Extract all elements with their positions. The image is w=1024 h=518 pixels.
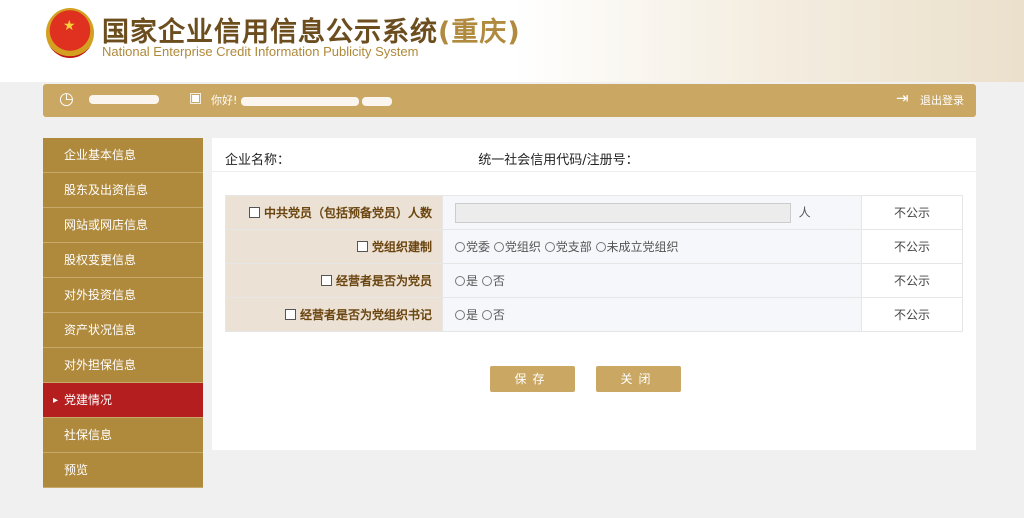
logout-link[interactable]: 退出登录: [920, 92, 964, 108]
radio-party-committee[interactable]: 党委: [455, 240, 490, 254]
user-icon: ▣: [189, 90, 203, 106]
radio-no[interactable]: 否: [481, 308, 505, 322]
public-status: 不公示: [861, 195, 963, 230]
divider: [212, 171, 976, 172]
logout-icon[interactable]: ⇥: [896, 89, 909, 107]
radio-no[interactable]: 否: [481, 274, 505, 288]
table-row: 经营者是否为党员 是 否 不公示: [225, 263, 963, 298]
sidebar-item-website[interactable]: 网站或网店信息: [43, 208, 203, 243]
sidebar-item-party-building[interactable]: 党建情况: [43, 383, 203, 418]
public-status: 不公示: [861, 263, 963, 298]
sidebar: 企业基本信息 股东及出资信息 网站或网店信息 股权变更信息 对外投资信息 资产状…: [43, 138, 203, 488]
public-checkbox[interactable]: [356, 241, 368, 252]
sidebar-item-guarantee[interactable]: 对外担保信息: [43, 348, 203, 383]
company-name-label: 企业名称：: [225, 153, 291, 168]
table-row: 经营者是否为党组织书记 是 否 不公示: [225, 297, 963, 332]
save-button[interactable]: 保存: [490, 366, 575, 392]
user-bar: ◷ ▣ 你好! ⇥ 退出登录: [43, 84, 976, 117]
party-building-form: 中共党员（包括预备党员）人数 人 不公示 党组织建制 党委 党组织 党支部 未成…: [225, 195, 963, 332]
sidebar-item-preview[interactable]: 预览: [43, 453, 203, 488]
greeting: 你好!: [211, 92, 393, 108]
radio-party-organization[interactable]: 党组织: [493, 240, 541, 254]
table-row: 党组织建制 党委 党组织 党支部 未成立党组织 不公示: [225, 229, 963, 264]
party-member-count-input[interactable]: [455, 202, 791, 223]
sidebar-item-assets[interactable]: 资产状况信息: [43, 313, 203, 348]
public-checkbox[interactable]: [320, 275, 332, 286]
radio-yes[interactable]: 是: [455, 308, 478, 322]
sidebar-item-basic[interactable]: 企业基本信息: [43, 138, 203, 173]
public-checkbox[interactable]: [248, 207, 260, 218]
radio-no-party-organization[interactable]: 未成立党组织: [595, 240, 679, 254]
credit-code-label: 统一社会信用代码/注册号：: [478, 153, 639, 168]
site-header: ★ 国家企业信用信息公示系统(重庆) National Enterprise C…: [0, 0, 1024, 82]
redacted-date: [89, 92, 159, 105]
close-button[interactable]: 关闭: [596, 366, 681, 392]
public-status: 不公示: [861, 297, 963, 332]
site-subtitle: National Enterprise Credit Information P…: [102, 44, 419, 59]
public-checkbox[interactable]: [284, 309, 296, 320]
radio-party-branch[interactable]: 党支部: [544, 240, 592, 254]
sidebar-item-investment[interactable]: 对外投资信息: [43, 278, 203, 313]
radio-yes[interactable]: 是: [455, 274, 478, 288]
sidebar-item-shareholders[interactable]: 股东及出资信息: [43, 173, 203, 208]
table-row: 中共党员（包括预备党员）人数 人 不公示: [225, 195, 963, 230]
national-emblem-logo: ★: [46, 8, 94, 58]
company-info: 企业名称： 统一社会信用代码/注册号：: [225, 149, 639, 168]
main-panel: 企业名称： 统一社会信用代码/注册号： 中共党员（包括预备党员）人数 人 不公示…: [212, 138, 976, 450]
sidebar-item-social-security[interactable]: 社保信息: [43, 418, 203, 453]
sidebar-item-equity-change[interactable]: 股权变更信息: [43, 243, 203, 278]
clock-icon: ◷: [59, 89, 74, 109]
public-status: 不公示: [861, 229, 963, 264]
